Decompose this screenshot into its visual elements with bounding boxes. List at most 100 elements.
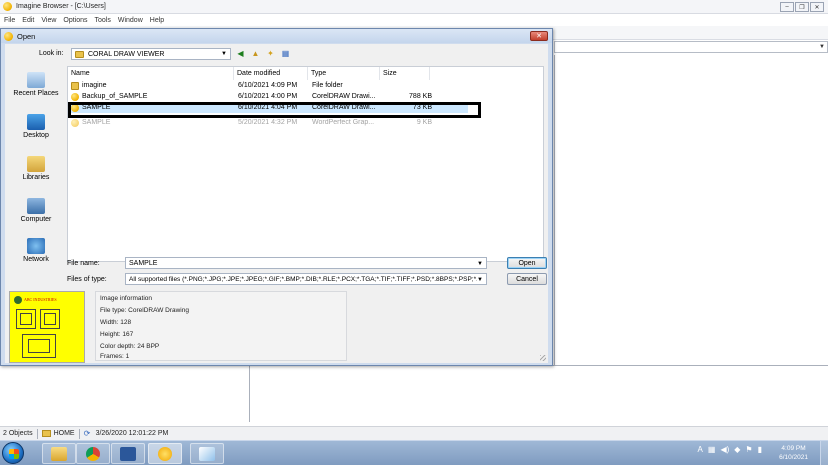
imagine-app-icon — [3, 2, 12, 11]
dialog-title: Open — [17, 31, 36, 41]
file-name-input[interactable]: SAMPLE ▼ — [125, 257, 487, 269]
file-type-value: All supported files (*.PNG;*.JPG;*.JPE;*… — [129, 276, 480, 283]
file-row[interactable]: SAMPLE 5/20/2021 4:32 PM WordPerfect Gra… — [68, 118, 468, 128]
file-row[interactable]: Backup_of_SAMPLE 6/10/2021 4:00 PM Corel… — [68, 92, 468, 102]
desktop-icon — [27, 114, 45, 130]
system-clock[interactable]: 4:09 PM 6/10/2021 — [779, 444, 808, 462]
file-type: CorelDRAW Drawi... — [312, 104, 376, 111]
status-object-count: 2 Objects — [3, 430, 33, 437]
column-header-name[interactable]: Name — [68, 67, 234, 80]
clock-time: 4:09 PM — [781, 445, 806, 452]
place-label: Desktop — [23, 132, 49, 139]
place-network[interactable]: Network — [7, 238, 65, 263]
keyboard-icon[interactable]: ▦ — [708, 445, 716, 454]
folder-tree-pane[interactable] — [0, 365, 250, 422]
coreldraw-file-icon — [71, 104, 79, 112]
word-taskbar-button[interactable] — [111, 443, 145, 464]
imagine-icon — [158, 446, 172, 461]
file-date: 6/10/2021 4:09 PM — [238, 82, 298, 89]
details-pane[interactable] — [250, 365, 828, 422]
look-in-dropdown[interactable]: CORAL DRAW VIEWER ▼ — [71, 48, 231, 60]
imagine-taskbar-button[interactable] — [148, 443, 182, 464]
computer-icon — [27, 198, 45, 214]
flag-icon[interactable]: ⚑ — [745, 445, 752, 454]
cancel-button[interactable]: Cancel — [507, 273, 547, 285]
coreldraw-file-icon — [71, 93, 79, 101]
file-size: 9 KB — [416, 119, 432, 126]
restore-button[interactable]: ❐ — [795, 2, 809, 12]
start-button[interactable] — [2, 442, 24, 464]
column-header-date[interactable]: Date modified — [234, 67, 308, 80]
menu-file[interactable]: File — [4, 17, 15, 24]
chevron-down-icon: ▼ — [477, 261, 483, 267]
column-label: Date modified — [237, 70, 281, 77]
minimize-button[interactable]: – — [780, 2, 794, 12]
chevron-down-icon: ▼ — [221, 51, 227, 57]
close-window-button[interactable]: ✕ — [810, 2, 824, 12]
place-libraries[interactable]: Libraries — [7, 156, 65, 181]
up-folder-icon[interactable]: ▲ — [250, 49, 261, 59]
image-preview: ABC INDUSTRIES — [9, 291, 85, 363]
open-button[interactable]: Open — [507, 257, 547, 269]
file-name: SAMPLE — [82, 104, 111, 111]
file-type: WordPerfect Grap... — [312, 119, 375, 126]
menu-options[interactable]: Options — [63, 17, 87, 24]
app-titlebar: Imagine Browser - [C:\Users] – ❐ ✕ — [0, 0, 828, 14]
file-row-selected[interactable]: SAMPLE 6/10/2021 4:04 PM CorelDRAW Drawi… — [68, 103, 468, 113]
places-bar: Recent Places Desktop Libraries Computer… — [7, 66, 65, 263]
explorer-taskbar-button[interactable] — [42, 443, 76, 464]
chrome-icon — [86, 446, 100, 461]
libraries-icon — [27, 156, 45, 172]
network-tray-icon[interactable]: ◆ — [734, 445, 740, 454]
column-label: Size — [383, 70, 397, 77]
menu-view[interactable]: View — [41, 17, 56, 24]
column-header-size[interactable]: Size — [380, 67, 430, 80]
volume-icon[interactable]: ◀) — [720, 445, 729, 454]
place-desktop[interactable]: Desktop — [7, 114, 65, 139]
place-label: Computer — [20, 216, 52, 223]
status-location: HOME — [53, 430, 75, 437]
file-row[interactable]: imagine 6/10/2021 4:09 PM File folder — [68, 81, 468, 91]
paint-taskbar-button[interactable] — [190, 443, 224, 464]
view-menu-icon[interactable]: ▦ — [280, 49, 291, 59]
file-name: imagine — [82, 82, 107, 89]
language-icon[interactable]: A — [698, 445, 703, 454]
preview-logo-text: ABC INDUSTRIES — [24, 297, 57, 302]
recent-places-icon — [27, 72, 45, 88]
menu-window[interactable]: Window — [118, 17, 143, 24]
battery-icon[interactable]: ▮ — [758, 445, 762, 454]
look-in-value: CORAL DRAW VIEWER — [88, 50, 165, 58]
file-name: Backup_of_SAMPLE — [82, 93, 148, 100]
file-type: File folder — [312, 82, 343, 89]
network-icon — [27, 238, 45, 254]
menu-help[interactable]: Help — [150, 17, 164, 24]
look-in-label: Look in: — [39, 50, 64, 57]
file-type-dropdown[interactable]: All supported files (*.PNG;*.JPG;*.JPE;*… — [125, 273, 487, 285]
chrome-taskbar-button[interactable] — [76, 443, 110, 464]
menu-tools[interactable]: Tools — [95, 17, 111, 24]
menu-edit[interactable]: Edit — [22, 17, 34, 24]
view-dropdown[interactable]: ▼ — [554, 41, 828, 53]
folder-icon — [71, 82, 79, 90]
place-computer[interactable]: Computer — [7, 198, 65, 223]
resize-grip-icon[interactable] — [540, 355, 546, 361]
thumbnail-pane[interactable] — [554, 55, 828, 385]
logo-icon — [14, 296, 22, 304]
info-height: Height: 167 — [100, 331, 134, 338]
chevron-down-icon: ▼ — [819, 44, 825, 50]
place-recent[interactable]: Recent Places — [7, 72, 65, 97]
place-label: Libraries — [22, 174, 50, 181]
show-desktop-button[interactable] — [820, 441, 828, 465]
file-list[interactable]: Name Date modified Type Size imagine 6/1… — [67, 66, 544, 262]
clock-icon: ⟳ — [83, 428, 91, 438]
back-icon[interactable]: ◀ — [235, 49, 246, 59]
imagine-app-icon — [4, 31, 13, 41]
new-folder-icon[interactable]: ✦ — [265, 49, 276, 59]
dialog-close-button[interactable]: ✕ — [530, 31, 548, 41]
dialog-titlebar: Open ✕ — [1, 29, 552, 43]
folder-icon — [75, 50, 84, 58]
menu-bar: File Edit View Options Tools Window Help — [0, 14, 828, 26]
dialog-nav-toolbar: ◀ ▲ ✦ ▦ — [235, 49, 291, 59]
word-icon — [120, 446, 136, 461]
column-header-type[interactable]: Type — [308, 67, 380, 80]
